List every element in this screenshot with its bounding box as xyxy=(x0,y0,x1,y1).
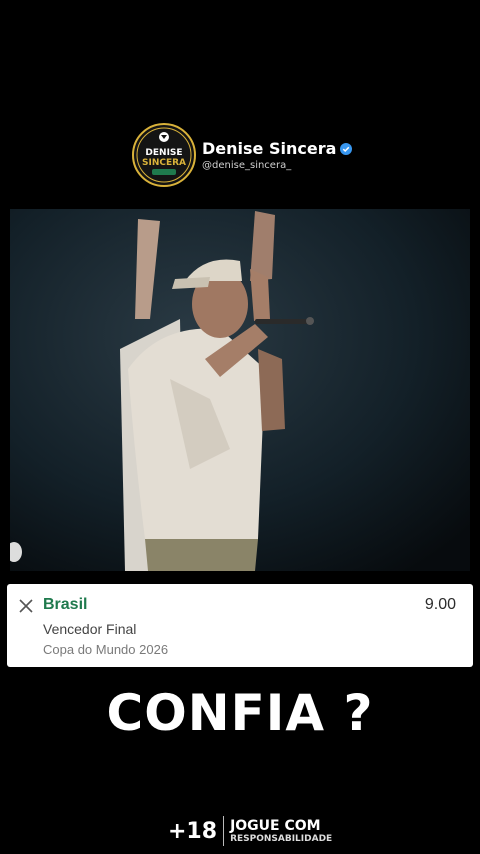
bet-team: Brasil xyxy=(43,596,88,613)
name-row: Denise Sincera xyxy=(202,139,353,158)
age-restriction: +18 xyxy=(168,818,218,844)
logo-text-1: DENISE xyxy=(145,148,182,158)
video-frame xyxy=(10,209,470,571)
footer-divider xyxy=(223,816,225,846)
profile-header[interactable]: DENISE SINCERA Denise Sincera @denise_si… xyxy=(132,122,353,188)
video-player[interactable] xyxy=(10,209,470,571)
responsibility-text: JOGUE COM RESPONSABILIDADE xyxy=(230,819,332,844)
bet-event: Copa do Mundo 2026 xyxy=(43,642,169,657)
profile-avatar[interactable]: DENISE SINCERA xyxy=(132,123,196,187)
caption-text: CONFIA ? xyxy=(106,684,374,742)
verified-badge-icon xyxy=(340,142,353,155)
profile-handle: @denise_sincera_ xyxy=(202,160,292,171)
bet-odds: 9.00 xyxy=(424,596,456,613)
responsible-gaming-footer: +18 JOGUE COM RESPONSABILIDADE xyxy=(168,814,332,848)
responsibility-line-1: JOGUE COM xyxy=(230,817,321,834)
logo-graphic: DENISE SINCERA xyxy=(135,126,193,184)
bet-slip-card[interactable]: Brasil 9.00 Vencedor Final Copa do Mundo… xyxy=(7,584,473,667)
profile-info: Denise Sincera @denise_sincera_ xyxy=(202,139,353,171)
profile-name: Denise Sincera xyxy=(202,139,337,158)
bet-market: Vencedor Final xyxy=(43,621,137,637)
responsibility-line-2: RESPONSABILIDADE xyxy=(230,833,333,844)
logo-text-2: SINCERA xyxy=(142,158,186,168)
close-icon[interactable] xyxy=(19,599,33,613)
